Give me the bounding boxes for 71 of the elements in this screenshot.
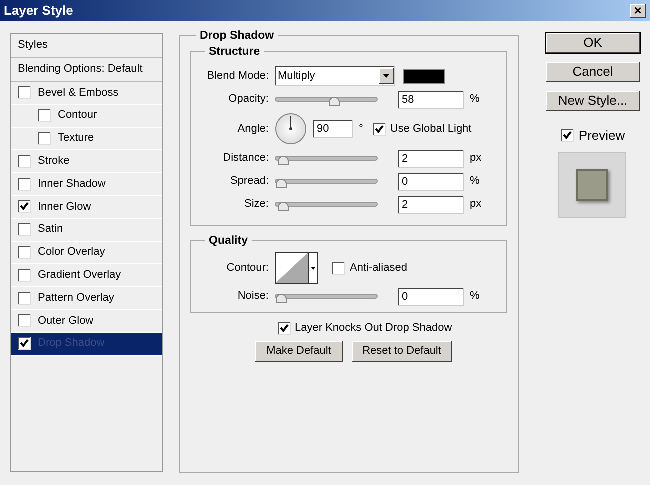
checkbox[interactable] (18, 314, 31, 328)
unit-label: % (470, 92, 480, 108)
style-list-item[interactable]: Pattern Overlay (11, 287, 162, 310)
number-field[interactable]: 0 (398, 172, 464, 190)
number-field[interactable]: 58 (398, 90, 464, 108)
button[interactable]: Cancel (546, 62, 640, 82)
checkbox[interactable] (18, 154, 31, 168)
style-list-item[interactable]: Blending Options: Default (11, 58, 162, 82)
slider-thumb[interactable] (278, 202, 289, 211)
style-list-item[interactable]: Inner Glow (11, 196, 162, 219)
unit-label: % (470, 174, 480, 190)
preview-swatch (576, 168, 608, 200)
button[interactable]: New Style... (546, 91, 640, 111)
style-list-item[interactable]: Gradient Overlay (11, 264, 162, 288)
caret-icon (310, 266, 316, 270)
number-field[interactable]: 2 (398, 196, 464, 214)
slider-thumb[interactable] (329, 97, 340, 106)
dropdown[interactable]: Multiply (275, 66, 395, 86)
style-list-item[interactable]: Contour (11, 104, 162, 128)
checkbox[interactable] (18, 178, 31, 191)
button[interactable]: Make Default (255, 340, 343, 362)
checkbox[interactable] (278, 322, 291, 335)
checkbox-label: Anti-aliased (350, 260, 408, 276)
slider-thumb[interactable] (276, 179, 287, 188)
field-label: Blend Mode: (206, 68, 269, 84)
field-label: Distance: (222, 151, 269, 166)
field-label: Opacity: (228, 92, 269, 108)
checkbox-label: Layer Knocks Out Drop Shadow (295, 321, 452, 336)
checkbox[interactable] (560, 129, 574, 142)
unit-label: px (470, 151, 482, 166)
number-field[interactable]: 0 (398, 288, 464, 306)
style-list-item[interactable]: Inner Shadow (11, 173, 162, 196)
caret-icon (379, 68, 394, 84)
field-label: Contour: (226, 260, 269, 276)
checkbox-label: Use Global Light (390, 122, 472, 137)
unit-label: px (470, 197, 482, 212)
style-list-item[interactable]: Stroke (11, 150, 162, 174)
style-list-item[interactable]: Color Overlay (11, 242, 162, 264)
close-button[interactable]: × (630, 4, 646, 18)
checkbox[interactable] (18, 292, 31, 305)
style-list-item[interactable]: Bevel & Emboss (11, 82, 162, 105)
unit-label: % (470, 289, 480, 304)
unit-label: ° (359, 122, 364, 137)
field-label: Noise: (236, 289, 269, 304)
checkbox[interactable] (38, 132, 51, 145)
field-label: Angle: (236, 122, 269, 137)
checkbox-label: Preview (578, 127, 626, 145)
checkbox[interactable] (18, 337, 31, 350)
angle-dial-icon[interactable] (275, 113, 307, 145)
number-field[interactable]: 90 (313, 120, 353, 138)
field-label: Spread: (229, 174, 269, 190)
button[interactable]: Reset to Default (352, 340, 452, 362)
window-title: Layer Style (4, 2, 74, 20)
slider-thumb[interactable] (278, 156, 289, 165)
color-swatch[interactable] (403, 68, 445, 84)
checkbox[interactable] (18, 200, 31, 214)
style-list-item[interactable]: Satin (11, 218, 162, 242)
checkbox[interactable] (373, 122, 386, 136)
checkbox[interactable] (38, 109, 51, 122)
style-list-item[interactable]: Texture (11, 128, 162, 150)
checkbox[interactable] (18, 223, 31, 236)
checkbox[interactable] (332, 262, 345, 274)
checkbox[interactable] (18, 246, 31, 259)
checkbox[interactable] (18, 268, 31, 282)
number-field[interactable]: 2 (398, 150, 464, 168)
style-list-item[interactable]: Styles (11, 34, 162, 58)
contour-picker[interactable] (275, 252, 318, 284)
checkbox[interactable] (18, 86, 31, 100)
slider-thumb[interactable] (276, 294, 287, 303)
button[interactable]: OK (546, 33, 640, 53)
field-label: Size: (244, 197, 269, 212)
